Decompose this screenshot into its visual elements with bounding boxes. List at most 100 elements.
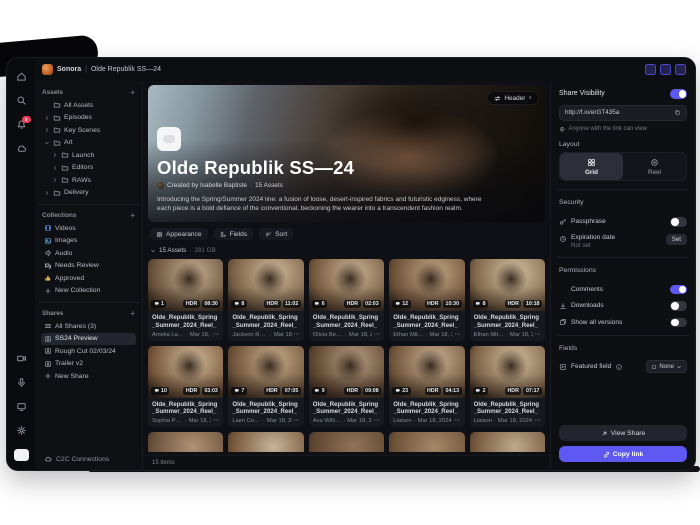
- asset-card[interactable]: 2 HDR 07:17 Olde_Republik_Spring_Summer_202…: [469, 345, 545, 427]
- video-thumbnail[interactable]: 8 HDR 11:02: [228, 259, 304, 311]
- downloads-toggle[interactable]: [670, 301, 687, 311]
- add-asset-button[interactable]: +: [130, 88, 135, 96]
- more-menu-button[interactable]: ⋯: [374, 418, 380, 424]
- asset-card[interactable]: 1 HDR 08:30 Olde_Republik_Spring_Summer_202…: [148, 259, 224, 341]
- sidebar-folder-delivery[interactable]: Delivery: [41, 187, 136, 200]
- add-share-button[interactable]: +: [130, 309, 135, 317]
- more-menu-button[interactable]: ⋯: [535, 332, 541, 338]
- collection-label: Videos: [55, 224, 76, 232]
- sidebar-folder-raws[interactable]: RAWs: [41, 174, 136, 187]
- video-thumbnail[interactable]: 10 HDR 03:03: [148, 345, 224, 398]
- video-thumbnail[interactable]: 2 HDR 07:17: [469, 345, 545, 398]
- video-thumbnail[interactable]: 9 HDR 09:08: [308, 345, 385, 398]
- video-thumbnail[interactable]: 7 HDR 07:05: [228, 345, 304, 398]
- layout-reel-option[interactable]: Reel: [623, 153, 686, 180]
- topbar-action-button-2[interactable]: [660, 64, 671, 75]
- asset-card[interactable]: 8 HDR 10:18 Olde_Republik_Spring_Summer_202…: [469, 259, 545, 341]
- video-thumbnail[interactable]: 23 HDR 04:13: [389, 345, 465, 398]
- video-thumbnail[interactable]: 6 HDR 02:03: [308, 259, 385, 311]
- sidebar-folder-editors[interactable]: Editors: [41, 162, 136, 175]
- collection-item-audio[interactable]: Audio: [41, 247, 136, 260]
- asset-card[interactable]: 7 HDR 07:05 Olde_Republik_Spring_Summer_202…: [228, 345, 304, 427]
- share-item-ss24-preview[interactable]: SS24 Preview: [41, 332, 136, 345]
- copy-icon[interactable]: [674, 109, 681, 116]
- share-item-new-share[interactable]: New Share: [41, 370, 136, 383]
- camera-icon[interactable]: [16, 353, 27, 364]
- comments-toggle[interactable]: [670, 284, 687, 294]
- asset-date: Mar 18, 2024: [189, 331, 211, 338]
- more-menu-button[interactable]: ⋯: [294, 418, 300, 424]
- card-body: Olde_Republik_Spring_Summer_2024_Reel_00…: [309, 398, 384, 428]
- fields-button[interactable]: Fields: [213, 228, 254, 240]
- comment-count-badge: 8: [231, 300, 247, 308]
- video-thumbnail-partial[interactable]: [148, 432, 224, 452]
- topbar-action-button-3[interactable]: [675, 64, 686, 75]
- layout-grid-option[interactable]: Grid: [560, 153, 623, 180]
- settings-gear-icon[interactable]: [16, 425, 27, 436]
- asset-card[interactable]: 12 HDR 10:30 Olde_Republik_Spring_Summer_20…: [389, 259, 465, 341]
- view-share-button[interactable]: View Share: [559, 425, 687, 441]
- sidebar-folder-art[interactable]: Art: [41, 137, 136, 150]
- passphrase-toggle[interactable]: [670, 217, 687, 227]
- notifications-bell-icon[interactable]: 3: [16, 116, 31, 130]
- featured-field-dropdown[interactable]: None: [646, 360, 687, 373]
- copy-link-button[interactable]: Copy link: [559, 446, 687, 462]
- asset-card[interactable]: 23 HDR 04:13 Olde_Republik_Spring_Summer_20…: [389, 345, 465, 427]
- collection-item-approved[interactable]: Approved: [41, 272, 136, 285]
- share-item-trailer-v2[interactable]: Trailer v2: [41, 358, 136, 371]
- thumbnail-badges: HDR 07:17: [504, 386, 542, 395]
- versions-toggle[interactable]: [670, 317, 687, 327]
- cloud-upload-icon[interactable]: [16, 143, 27, 154]
- duration-badge: 09:08: [362, 386, 382, 395]
- cloud-icon: [44, 455, 52, 463]
- breadcrumb-separator: |: [85, 66, 87, 73]
- collection-item-images[interactable]: Images: [41, 235, 136, 248]
- asset-card[interactable]: 9 HDR 09:08 Olde_Republik_Spring_Summer_202…: [308, 345, 385, 428]
- sidebar-folder-key-scenes[interactable]: Key Scenes: [41, 124, 136, 137]
- video-thumbnail[interactable]: 1 HDR 08:30: [148, 259, 224, 311]
- share-url-field[interactable]: http://f.io/erGT435a: [559, 104, 687, 121]
- video-thumbnail[interactable]: 8 HDR 10:18: [469, 259, 545, 311]
- sort-button[interactable]: Sort: [259, 228, 294, 240]
- header-settings-button[interactable]: Header ∨: [487, 91, 539, 105]
- more-menu-button[interactable]: ⋯: [454, 332, 460, 338]
- asset-card[interactable]: 10 HDR 03:03 Olde_Republik_Spring_Summer_20…: [148, 345, 224, 427]
- more-menu-button[interactable]: ⋯: [294, 332, 300, 338]
- more-menu-button[interactable]: ⋯: [213, 418, 219, 424]
- created-by-text: Created by Isabelle Baptiste: [167, 182, 247, 189]
- add-collection-button[interactable]: +: [130, 211, 135, 219]
- more-menu-button[interactable]: ⋯: [454, 418, 460, 424]
- appearance-button[interactable]: Appearance: [150, 228, 208, 240]
- asset-card[interactable]: 6 HDR 02:03 Olde_Republik_Spring_Summer_202…: [308, 259, 385, 341]
- more-menu-button[interactable]: ⋯: [374, 332, 380, 338]
- video-thumbnail-partial[interactable]: [228, 432, 304, 452]
- sidebar-folder-launch[interactable]: Launch: [41, 149, 136, 162]
- sidebar-folder-all-assets[interactable]: All Assets: [41, 99, 136, 112]
- set-expiration-button[interactable]: Set: [665, 233, 687, 245]
- share-visibility-toggle[interactable]: [670, 89, 687, 99]
- home-icon[interactable]: [16, 71, 27, 82]
- video-thumbnail-partial[interactable]: [308, 432, 385, 452]
- share-item-all-shares-3[interactable]: All Shares (3): [41, 320, 136, 333]
- asset-card[interactable]: 8 HDR 11:02 Olde_Republik_Spring_Summer_202…: [228, 259, 304, 341]
- monitor-icon[interactable]: [16, 401, 27, 412]
- collection-item-needs-review[interactable]: Needs Review: [41, 260, 136, 273]
- share-item-rough-cut-02-03-24[interactable]: Rough Cut 02/03/24: [41, 345, 136, 358]
- workspace-avatar[interactable]: [13, 449, 29, 461]
- asset-summary-row[interactable]: 15 Assets · 281 GB: [150, 247, 543, 254]
- app-logo-icon[interactable]: [42, 64, 53, 75]
- sidebar-folder-episodes[interactable]: Episodes: [41, 112, 136, 125]
- collections-section-header: Collections +: [42, 211, 135, 219]
- mic-icon[interactable]: [16, 377, 27, 388]
- collection-item-new-collection[interactable]: New Collection: [41, 285, 136, 298]
- topbar-action-button-1[interactable]: [645, 64, 656, 75]
- more-menu-button[interactable]: ⋯: [213, 332, 219, 338]
- more-menu-button[interactable]: ⋯: [535, 418, 541, 424]
- video-thumbnail[interactable]: 12 HDR 10:30: [389, 259, 465, 311]
- notification-count-badge: 3: [21, 116, 31, 123]
- video-thumbnail-partial[interactable]: [469, 432, 545, 452]
- search-icon[interactable]: [16, 95, 27, 106]
- collection-item-videos[interactable]: Videos: [41, 222, 136, 235]
- video-thumbnail-partial[interactable]: [389, 432, 465, 452]
- c2c-connections-item[interactable]: C2C Connections: [41, 455, 136, 463]
